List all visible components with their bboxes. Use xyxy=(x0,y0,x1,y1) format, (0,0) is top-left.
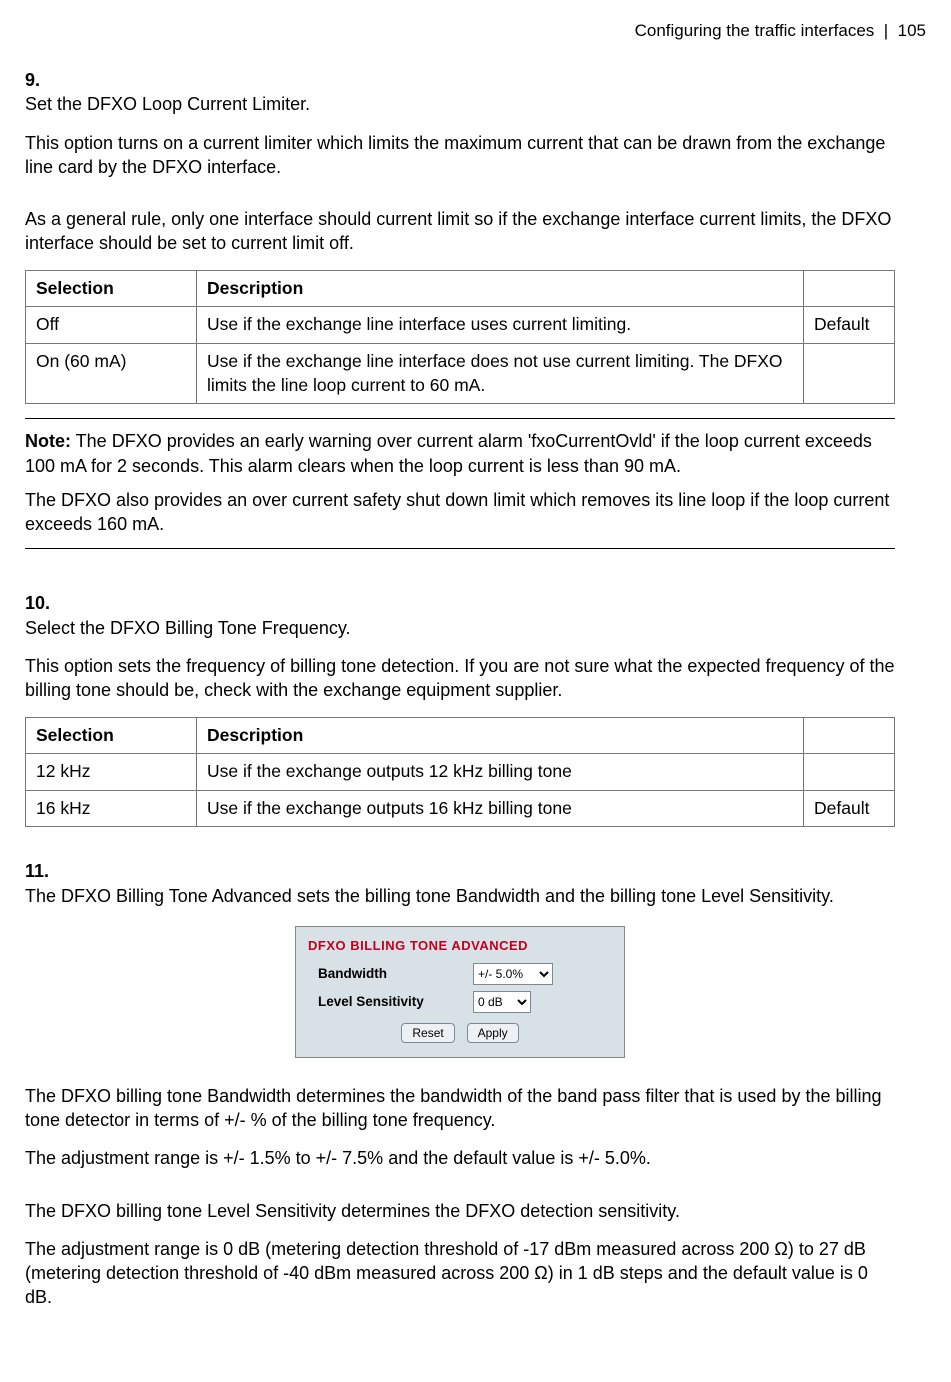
header-page: 105 xyxy=(898,21,926,40)
col-default xyxy=(804,717,895,754)
loop-current-table: Selection Description Off Use if the exc… xyxy=(25,270,895,405)
table-header-row: Selection Description xyxy=(26,270,895,307)
billing-tone-advanced-panel: DFXO BILLING TONE ADVANCED Bandwidth +/-… xyxy=(295,926,625,1058)
apply-button[interactable]: Apply xyxy=(467,1023,519,1043)
note-paragraph: The DFXO also provides an over current s… xyxy=(25,488,895,537)
header-section: Configuring the traffic interfaces xyxy=(635,21,875,40)
step-number: 10. xyxy=(25,591,53,615)
step-9: 9. Set the DFXO Loop Current Limiter. Th… xyxy=(25,68,926,573)
col-selection: Selection xyxy=(26,270,197,307)
cell: Use if the exchange outputs 16 kHz billi… xyxy=(197,790,804,827)
paragraph: The adjustment range is 0 dB (metering d… xyxy=(25,1237,895,1310)
step-11: 11. The DFXO Billing Tone Advanced sets … xyxy=(25,859,926,1323)
step-title: Set the DFXO Loop Current Limiter. xyxy=(25,92,895,116)
bandwidth-label: Bandwidth xyxy=(308,965,473,983)
note-paragraph: Note: The DFXO provides an early warning… xyxy=(25,429,895,478)
note-label: Note: xyxy=(25,431,71,451)
bandwidth-row: Bandwidth +/- 5.0% xyxy=(308,963,612,985)
cell: On (60 mA) xyxy=(26,343,197,403)
panel-title: DFXO BILLING TONE ADVANCED xyxy=(308,937,612,955)
level-sensitivity-row: Level Sensitivity 0 dB xyxy=(308,991,612,1013)
paragraph: The DFXO billing tone Level Sensitivity … xyxy=(25,1199,895,1223)
header-sep: | xyxy=(884,21,888,40)
cell: Use if the exchange outputs 12 kHz billi… xyxy=(197,754,804,791)
col-selection: Selection xyxy=(26,717,197,754)
step-10: 10. Select the DFXO Billing Tone Frequen… xyxy=(25,591,926,841)
level-sensitivity-label: Level Sensitivity xyxy=(308,993,473,1011)
level-sensitivity-select[interactable]: 0 dB xyxy=(473,991,531,1013)
paragraph: The adjustment range is +/- 1.5% to +/- … xyxy=(25,1146,895,1170)
table-row: 12 kHz Use if the exchange outputs 12 kH… xyxy=(26,754,895,791)
table-row: On (60 mA) Use if the exchange line inte… xyxy=(26,343,895,403)
cell: Off xyxy=(26,307,197,344)
table-row: 16 kHz Use if the exchange outputs 16 kH… xyxy=(26,790,895,827)
table-row: Off Use if the exchange line interface u… xyxy=(26,307,895,344)
col-description: Description xyxy=(197,270,804,307)
cell: Default xyxy=(804,790,895,827)
cell: 16 kHz xyxy=(26,790,197,827)
paragraph: This option turns on a current limiter w… xyxy=(25,131,895,180)
cell xyxy=(804,754,895,791)
cell: Use if the exchange line interface uses … xyxy=(197,307,804,344)
col-description: Description xyxy=(197,717,804,754)
cell xyxy=(804,343,895,403)
paragraph: As a general rule, only one interface sh… xyxy=(25,207,895,256)
reset-button[interactable]: Reset xyxy=(401,1023,454,1043)
table-header-row: Selection Description xyxy=(26,717,895,754)
col-default xyxy=(804,270,895,307)
bandwidth-select[interactable]: +/- 5.0% xyxy=(473,963,553,985)
note-block: Note: The DFXO provides an early warning… xyxy=(25,418,895,549)
paragraph: The DFXO billing tone Bandwidth determin… xyxy=(25,1084,895,1133)
paragraph: This option sets the frequency of billin… xyxy=(25,654,895,703)
cell: 12 kHz xyxy=(26,754,197,791)
page-header: Configuring the traffic interfaces | 105 xyxy=(25,20,926,43)
cell: Use if the exchange line interface does … xyxy=(197,343,804,403)
step-title: The DFXO Billing Tone Advanced sets the … xyxy=(25,884,895,908)
step-title: Select the DFXO Billing Tone Frequency. xyxy=(25,616,895,640)
billing-tone-freq-table: Selection Description 12 kHz Use if the … xyxy=(25,717,895,828)
note-text: The DFXO provides an early warning over … xyxy=(25,431,872,475)
step-number: 11. xyxy=(25,859,53,883)
cell: Default xyxy=(804,307,895,344)
step-number: 9. xyxy=(25,68,53,92)
